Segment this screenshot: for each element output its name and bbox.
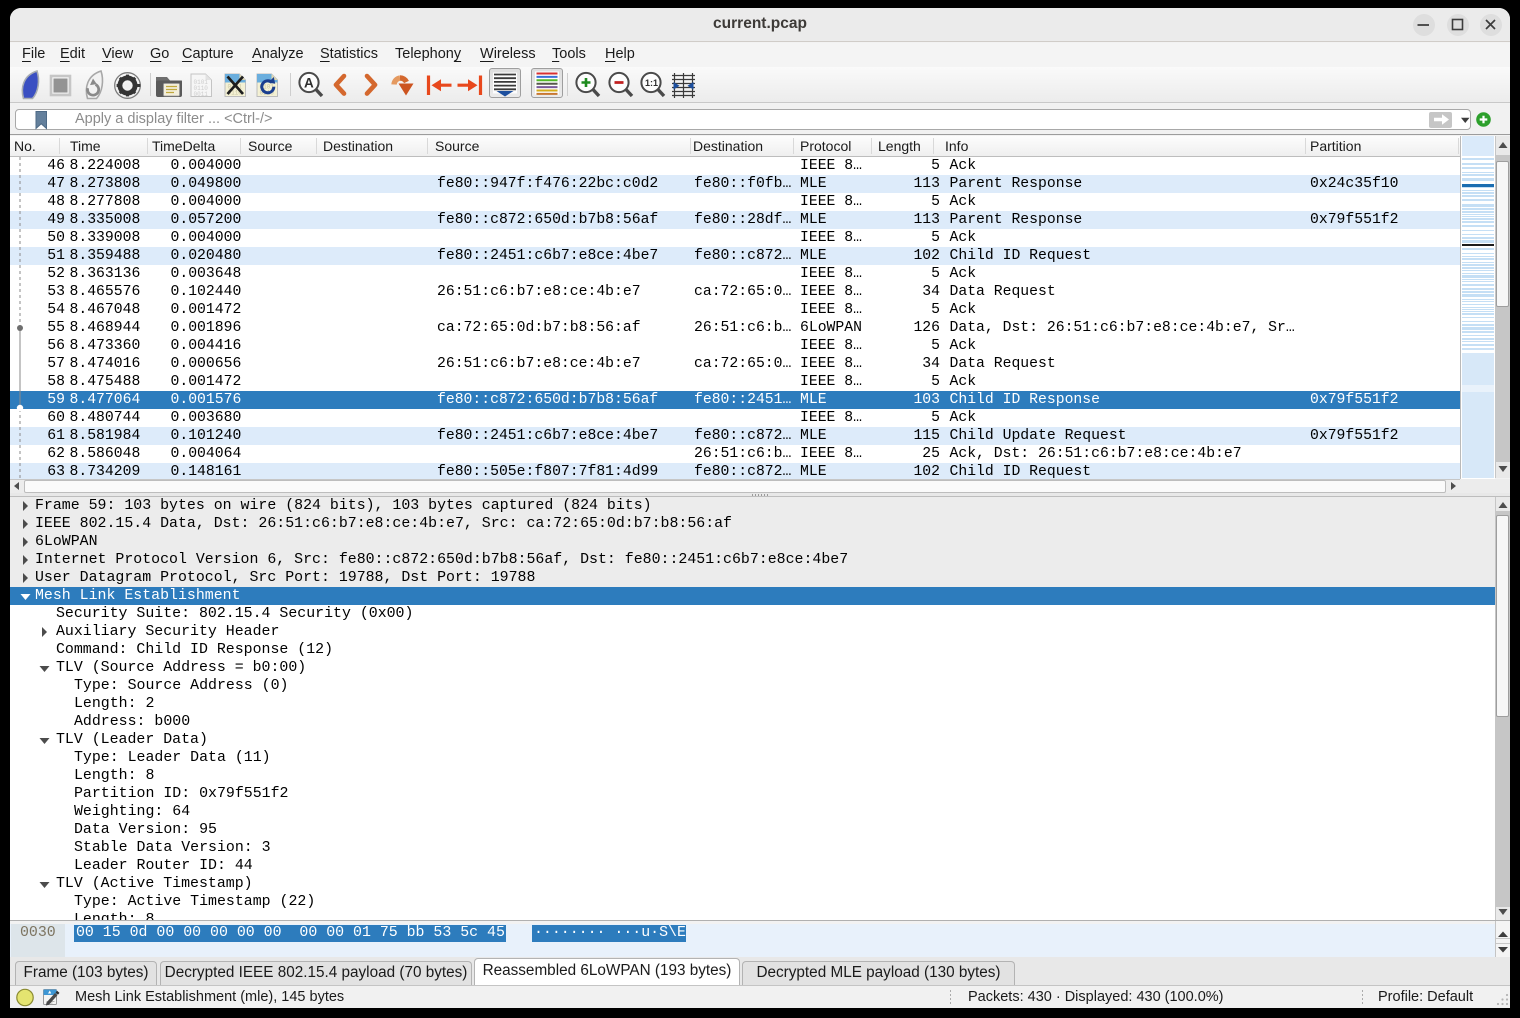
svg-text:A: A xyxy=(304,76,314,91)
svg-text:1:1: 1:1 xyxy=(645,78,658,88)
svg-text:0011: 0011 xyxy=(194,91,209,98)
